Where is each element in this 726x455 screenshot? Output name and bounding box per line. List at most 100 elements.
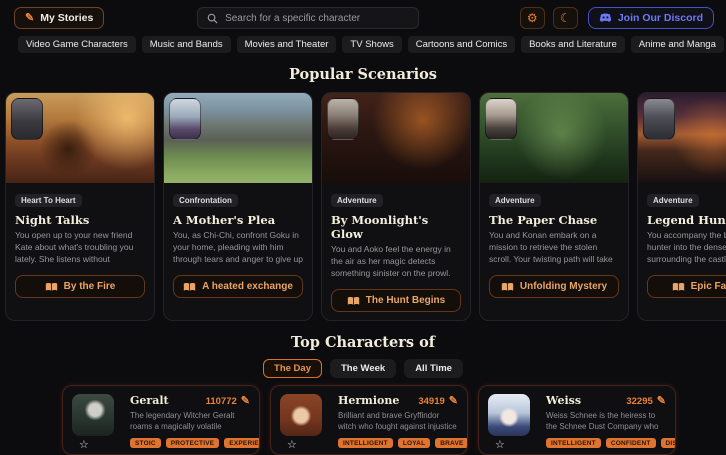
settings-button[interactable]: ⚙	[519, 7, 545, 29]
scenario-description: You, as Chi-Chi, confront Goku in your h…	[173, 230, 303, 266]
my-stories-label: My Stories	[40, 12, 94, 24]
scenario-card-night-talks[interactable]: Heart To Heart Night Talks You open up t…	[5, 92, 155, 321]
chat-count: 34919 ✎	[418, 395, 458, 408]
tag[interactable]: DISCIPLINED	[660, 438, 675, 448]
scenario-character-avatar	[485, 98, 517, 140]
character-name: Geralt	[130, 394, 169, 407]
scenario-description: You and Aoko feel the energy in the air …	[331, 244, 459, 280]
search-icon	[207, 13, 218, 24]
nav-item-video-game-characters[interactable]: Video Game Characters	[18, 36, 136, 53]
character-name: Hermione	[338, 394, 400, 407]
scenario-image	[6, 93, 154, 183]
scenario-start-button[interactable]: Epic Fantasy	[647, 275, 726, 298]
scenario-title: A Mother's Plea	[173, 213, 276, 227]
join-discord-label: Join Our Discord	[617, 12, 703, 24]
time-range-tabs: The Day The Week All Time	[0, 359, 726, 378]
scenario-character-avatar	[327, 98, 359, 140]
character-description: Brilliant and brave Gryffindor witch who…	[338, 411, 457, 432]
scenario-character-avatar	[11, 98, 43, 140]
tab-all-time[interactable]: All Time	[404, 359, 463, 378]
scenario-card-legend-hunt[interactable]: Adventure Legend Hunt You accompany the …	[637, 92, 726, 321]
discord-icon	[599, 13, 612, 22]
scenario-badge: Adventure	[331, 194, 383, 207]
scenario-image	[480, 93, 628, 183]
favorite-star-icon[interactable]: ☆	[79, 438, 89, 451]
scenario-badge: Confrontation	[173, 194, 238, 207]
scenario-start-button[interactable]: The Hunt Begins	[331, 289, 461, 312]
scenario-title: By Moonlight's Glow	[331, 213, 429, 241]
tag-list: INTELLIGENT CONFIDENT DISCIPLINED	[546, 438, 675, 448]
my-stories-button[interactable]: ✎ My Stories	[14, 7, 105, 29]
scenario-title: Night Talks	[15, 213, 90, 227]
pencil-icon: ✎	[448, 395, 458, 407]
nav-item-music-and-bands[interactable]: Music and Bands	[141, 36, 231, 53]
scenario-image	[322, 93, 470, 183]
pencil-icon: ✎	[656, 395, 666, 407]
pencil-icon: ✎	[25, 11, 35, 24]
popular-scenarios-title: Popular Scenarios	[289, 66, 437, 83]
tag-list: STOIC PROTECTIVE EXPERIENCED	[130, 438, 259, 448]
search-box[interactable]	[197, 7, 420, 29]
tag[interactable]: INTELLIGENT	[338, 438, 393, 448]
book-icon	[347, 296, 359, 305]
nav-item-movies-and-theater[interactable]: Movies and Theater	[236, 36, 337, 53]
character-description: The legendary Witcher Geralt roams a mag…	[130, 411, 235, 432]
scenario-title: The Paper Chase	[489, 213, 598, 227]
book-icon	[183, 282, 196, 291]
scenario-card-a-mothers-plea[interactable]: Confrontation A Mother's Plea You, as Ch…	[163, 92, 313, 321]
scenario-badge: Heart To Heart	[15, 194, 82, 207]
tag[interactable]: BRAVE	[435, 438, 467, 448]
scenario-description: You open up to your new friend Kate abou…	[15, 230, 134, 266]
tag[interactable]: INTELLIGENT	[546, 438, 601, 448]
scenario-row: Heart To Heart Night Talks You open up t…	[0, 92, 726, 321]
nav-item-tv-shows[interactable]: TV Shows	[342, 36, 402, 53]
book-icon	[672, 282, 684, 291]
tab-the-week[interactable]: The Week	[330, 359, 397, 378]
character-name: Weiss	[546, 394, 582, 407]
avatar	[488, 394, 530, 436]
favorite-star-icon[interactable]: ☆	[287, 438, 297, 451]
nav-item-anime-and-manga[interactable]: Anime and Manga	[630, 36, 724, 53]
tag[interactable]: LOYAL	[397, 438, 431, 448]
search-input[interactable]	[225, 12, 410, 24]
search-wrap	[104, 7, 511, 29]
scenario-card-the-paper-chase[interactable]: Adventure The Paper Chase You and Konan …	[479, 92, 629, 321]
chat-count: 32295 ✎	[626, 395, 666, 408]
theme-toggle-button[interactable]: ☾	[552, 7, 578, 29]
chat-count: 110772 ✎	[205, 395, 250, 408]
tag[interactable]: CONFIDENT	[605, 438, 656, 448]
scenario-character-avatar	[643, 98, 675, 140]
book-icon	[45, 282, 57, 291]
character-card-hermione[interactable]: ☆ Hermione 34919 ✎ Brilliant and brave Gr…	[270, 385, 468, 455]
book-icon	[501, 282, 514, 291]
character-grid: ☆ Geralt 110772 ✎ The legendary Witcher G…	[62, 385, 676, 455]
top-characters-title: Top Characters of	[290, 334, 435, 351]
nav-item-cartoons-and-comics[interactable]: Cartoons and Comics	[407, 36, 516, 53]
scenario-image	[638, 93, 726, 183]
scenario-badge: Adventure	[647, 194, 699, 207]
scenario-title: Legend Hunt	[647, 213, 726, 227]
avatar	[72, 394, 114, 436]
tag-list: INTELLIGENT LOYAL BRAVE	[338, 438, 467, 448]
scenario-start-button[interactable]: A heated exchange	[173, 275, 303, 298]
tag[interactable]: PROTECTIVE	[165, 438, 220, 448]
nav-item-books-and-literature[interactable]: Books and Literature	[521, 36, 625, 53]
moon-icon: ☾	[559, 11, 571, 25]
character-card-weiss[interactable]: ☆ Weiss 32295 ✎ Weiss Schnee is the heire…	[478, 385, 676, 455]
favorite-star-icon[interactable]: ☆	[495, 438, 505, 451]
pencil-icon: ✎	[240, 395, 250, 407]
scenario-description: You accompany the brooding hunter into t…	[647, 230, 726, 266]
scenario-image	[164, 93, 312, 183]
join-discord-button[interactable]: Join Our Discord	[587, 7, 714, 29]
scenario-description: You and Konan embark on a mission to ret…	[489, 230, 613, 266]
character-description: Weiss Schnee is the heiress to the Schne…	[546, 411, 659, 432]
tag[interactable]: STOIC	[130, 438, 161, 448]
tag[interactable]: EXPERIENCED	[224, 438, 259, 448]
gear-icon: ⚙	[526, 11, 538, 25]
category-nav: Video Game Characters Music and Bands Mo…	[0, 34, 726, 53]
scenario-card-by-moonlights-glow[interactable]: Adventure By Moonlight's Glow You and Ao…	[321, 92, 471, 321]
tab-the-day[interactable]: The Day	[263, 359, 322, 378]
scenario-start-button[interactable]: By the Fire	[15, 275, 145, 298]
character-card-geralt[interactable]: ☆ Geralt 110772 ✎ The legendary Witcher G…	[62, 385, 260, 455]
scenario-start-button[interactable]: Unfolding Mystery	[489, 275, 619, 298]
